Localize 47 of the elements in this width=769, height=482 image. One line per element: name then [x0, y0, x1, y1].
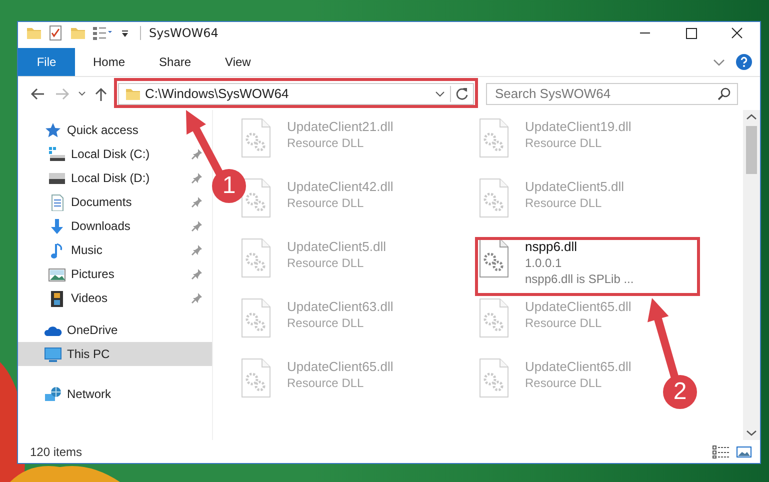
nav-item[interactable]: Music — [18, 238, 212, 262]
address-field[interactable]: C:\Windows\SysWOW64 — [118, 82, 474, 104]
ribbon-tab[interactable]: Home — [77, 48, 142, 76]
nav-item[interactable]: This PC — [18, 342, 212, 366]
drive-icon — [48, 146, 66, 162]
item-count: 120 items — [30, 444, 82, 458]
details-view-icon[interactable] — [712, 444, 730, 458]
nav-item[interactable]: Quick access — [18, 118, 212, 142]
film-icon — [48, 290, 66, 306]
nav-item[interactable]: Network — [18, 382, 212, 406]
large-icons-view-icon[interactable] — [736, 444, 752, 458]
ribbon-tab[interactable]: Share — [143, 48, 208, 76]
nav-item[interactable]: Videos — [18, 286, 212, 310]
help-icon[interactable] — [736, 54, 752, 70]
nav-item[interactable]: Pictures — [18, 262, 212, 286]
file-detail: Resource DLL — [525, 375, 602, 391]
file-name[interactable]: nspp6.dll — [525, 238, 578, 255]
nav-item[interactable]: Local Disk (D:) — [18, 166, 212, 190]
file-menu-button[interactable]: File — [18, 48, 75, 76]
file-detail: Resource DLL — [287, 315, 364, 331]
monitor-icon — [44, 346, 62, 362]
file-detail: Resource DLL — [525, 195, 602, 211]
download-arrow-icon — [48, 218, 66, 234]
search-field[interactable]: Search SysWOW64 — [486, 82, 738, 104]
nav-item[interactable]: Downloads — [18, 214, 212, 238]
scrollbar-thumb[interactable] — [746, 126, 757, 174]
nav-item[interactable]: Local Disk (C:) — [18, 142, 212, 166]
file-detail: Resource DLL — [287, 195, 364, 211]
address-path[interactable]: C:\Windows\SysWOW64 — [145, 86, 430, 101]
file-detail: Resource DLL — [525, 135, 602, 151]
file-detail: Resource DLL — [287, 375, 364, 391]
network-icon — [44, 386, 62, 402]
file-detail: Resource DLL — [287, 255, 364, 271]
search-icon[interactable] — [717, 86, 731, 100]
nav-item[interactable]: Documents — [18, 190, 212, 214]
folder-icon — [26, 25, 42, 41]
star-icon — [44, 122, 62, 138]
file-detail: 1.0.0.1 — [525, 255, 562, 271]
file-detail: nspp6.dll is SPLib ... — [525, 271, 634, 287]
properties-icon[interactable] — [48, 25, 64, 41]
file-detail: Resource DLL — [525, 315, 602, 331]
window-title: SysWOW64 — [140, 26, 218, 40]
nav-item[interactable]: OneDrive — [18, 318, 212, 342]
file-detail: Resource DLL — [287, 135, 364, 151]
picture-icon — [48, 266, 66, 282]
view-icon[interactable] — [92, 25, 114, 41]
ribbon-tab[interactable]: View — [209, 48, 267, 76]
